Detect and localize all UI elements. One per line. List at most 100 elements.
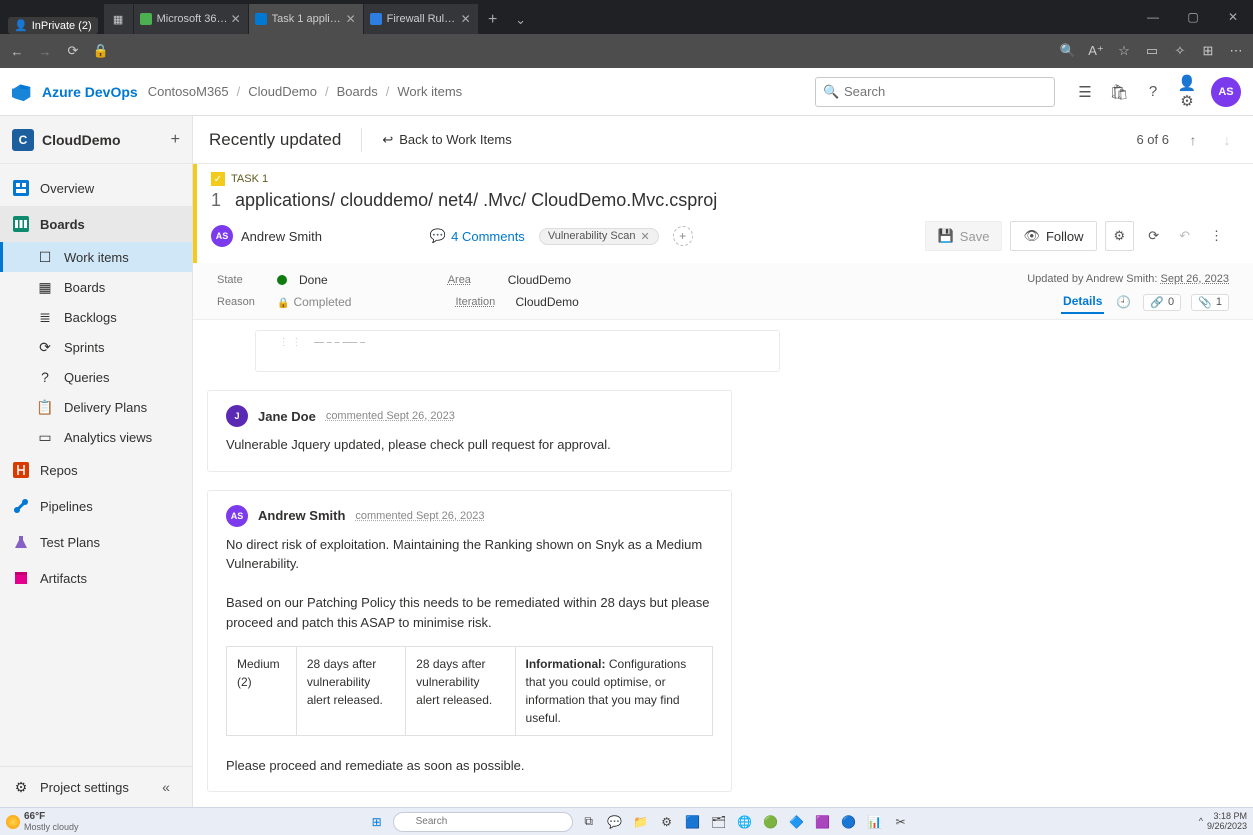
app-icon[interactable]: 🗂 (709, 812, 729, 832)
crumb-org[interactable]: ContosoM365 (148, 84, 229, 99)
add-icon[interactable]: + (171, 131, 180, 149)
maximize-button[interactable]: ▢ (1173, 10, 1213, 24)
close-window-button[interactable]: ✕ (1213, 10, 1253, 24)
app-icon[interactable]: 🟦 (683, 812, 703, 832)
close-tab-icon[interactable]: ✕ (230, 13, 242, 25)
close-tab-icon[interactable]: ✕ (460, 13, 472, 25)
updated-timestamp[interactable]: Sept 26, 2023 (1160, 273, 1229, 285)
sidebar-item-delivery-plans[interactable]: 📋 Delivery Plans (0, 392, 192, 422)
view-title[interactable]: Recently updated (209, 130, 341, 150)
task-view-icon[interactable]: ⧉ (579, 812, 599, 832)
project-selector[interactable]: C CloudDemo + (0, 116, 192, 164)
state-value[interactable]: Done (299, 273, 328, 287)
back-to-work-items[interactable]: ↩ Back to Work Items (382, 132, 511, 148)
app-icon[interactable]: ⚙ (657, 812, 677, 832)
work-item-title[interactable]: applications/ clouddemo/ net4/ .Mvc/ Clo… (235, 190, 717, 211)
browser-tab[interactable]: Firewall Rules Review 26/03/20 ✕ (364, 4, 479, 34)
close-tab-icon[interactable]: ✕ (345, 13, 357, 25)
marketplace-icon[interactable]: 🛍 (1109, 83, 1129, 101)
sidebar-item-boards[interactable]: Boards (0, 206, 192, 242)
discussion-scroll[interactable]: ⋮ ⋮ ⎯⎯ ⎯ ⎯ ⎯⎯⎯ ⎯ J Jane Doe commented Se… (193, 320, 1253, 807)
comment-author[interactable]: Andrew Smith (258, 508, 345, 523)
help-icon[interactable]: ? (1143, 83, 1163, 100)
undo-icon[interactable]: ↶ (1173, 228, 1196, 244)
area-value[interactable]: CloudDemo (508, 273, 571, 287)
crumb-project[interactable]: CloudDemo (248, 84, 317, 99)
sidebar-item-repos[interactable]: Repos (0, 452, 192, 488)
refresh-icon[interactable]: ⟳ (1142, 228, 1165, 244)
app-icon[interactable]: 📁 (631, 812, 651, 832)
iteration-value[interactable]: CloudDemo (515, 295, 578, 309)
sidebar-item-test-plans[interactable]: Test Plans (0, 524, 192, 560)
app-icon[interactable]: 🔵 (839, 812, 859, 832)
sidebar-item-sprints[interactable]: ⟳ Sprints (0, 332, 192, 362)
back-button[interactable]: ← (8, 44, 26, 59)
brand-label[interactable]: Azure DevOps (42, 84, 138, 100)
minimize-button[interactable]: — (1133, 10, 1173, 24)
links-count[interactable]: 🔗0 (1143, 294, 1181, 311)
remove-tag-icon[interactable]: ✕ (640, 230, 649, 243)
sidebar-item-backlogs[interactable]: ≣ Backlogs (0, 302, 192, 332)
sidebar-item-boards-sub[interactable]: ▦ Boards (0, 272, 192, 302)
comments-link[interactable]: 💬 4 Comments (430, 228, 525, 244)
split-screen-icon[interactable]: ▭ (1143, 43, 1161, 59)
tab-history[interactable]: 🕘 (1114, 291, 1133, 313)
comment-timestamp[interactable]: Sept 26, 2023 (386, 410, 455, 422)
tag-pill[interactable]: Vulnerability Scan ✕ (539, 228, 659, 245)
save-button[interactable]: 💾 Save (925, 221, 1003, 251)
app-icon[interactable]: ✂ (891, 812, 911, 832)
forward-button[interactable]: → (36, 44, 54, 59)
tab-overflow-button[interactable]: ⌄ (507, 6, 535, 34)
app-icon[interactable]: 🔷 (787, 812, 807, 832)
start-button[interactable]: ⊞ (367, 812, 387, 832)
reason-value[interactable]: Completed (277, 295, 351, 309)
follow-button[interactable]: 👁 Follow (1010, 221, 1096, 251)
sidebar-item-queries[interactable]: ? Queries (0, 362, 192, 392)
tasks-icon[interactable]: ☰ (1075, 83, 1095, 101)
browser-tab[interactable]: Microsoft 365 Certification - Sec ✕ (134, 4, 249, 34)
sidebar-item-pipelines[interactable]: Pipelines (0, 488, 192, 524)
search-input[interactable] (815, 77, 1055, 107)
taskbar-clock[interactable]: 3:18 PM 9/26/2023 (1207, 812, 1247, 832)
sidebar-item-analytics[interactable]: ▭ Analytics views (0, 422, 192, 452)
read-aloud-icon[interactable]: A⁺ (1087, 43, 1105, 59)
crumb-section[interactable]: Boards (337, 84, 378, 99)
refresh-button[interactable]: ⟳ (64, 43, 82, 59)
sidebar-item-work-items[interactable]: ☐ Work items (0, 242, 192, 272)
app-icon[interactable]: 🟪 (813, 812, 833, 832)
more-icon[interactable]: ⋯ (1227, 43, 1245, 59)
app-icon[interactable]: 📊 (865, 812, 885, 832)
taskbar-search[interactable] (393, 812, 573, 832)
collapse-sidebar-icon[interactable]: « (152, 779, 180, 795)
browser-tab[interactable]: Task 1 applications/ clouddemo ✕ (249, 4, 364, 34)
weather-widget[interactable]: 66°F Mostly cloudy (6, 811, 79, 832)
comment-timestamp[interactable]: Sept 26, 2023 (416, 510, 485, 522)
more-icon[interactable]: ⋮ (1204, 228, 1229, 244)
project-settings-link[interactable]: ⚙ Project settings « (0, 767, 192, 807)
favorite-icon[interactable]: ☆ (1115, 43, 1133, 59)
settings-button[interactable]: ⚙ (1105, 221, 1135, 251)
comment-author[interactable]: Jane Doe (258, 409, 316, 424)
settings-icon[interactable]: 👤⚙ (1177, 74, 1197, 110)
attachments-count[interactable]: 📎1 (1191, 294, 1229, 311)
new-tab-button[interactable]: + (479, 6, 507, 34)
collections-icon[interactable]: ✧ (1171, 43, 1189, 59)
boards-icon (12, 215, 30, 233)
app-icon[interactable]: 💬 (605, 812, 625, 832)
assigned-to[interactable]: AS Andrew Smith (211, 225, 322, 247)
crumb-page[interactable]: Work items (397, 84, 462, 99)
tab-details[interactable]: Details (1061, 290, 1104, 314)
browser-tab[interactable]: ▦ (104, 4, 134, 34)
app-icon[interactable]: 🟢 (761, 812, 781, 832)
site-info-icon[interactable]: 🔒 (92, 43, 110, 59)
next-item-button[interactable]: ↓ (1217, 132, 1237, 148)
tray-chevron-icon[interactable]: ^ (1199, 817, 1203, 827)
sidebar-item-artifacts[interactable]: Artifacts (0, 560, 192, 596)
sidebar-item-overview[interactable]: Overview (0, 170, 192, 206)
app-icon[interactable]: 🌐 (735, 812, 755, 832)
prev-item-button[interactable]: ↑ (1183, 132, 1203, 148)
zoom-icon[interactable]: 🔍 (1059, 43, 1077, 59)
add-tag-button[interactable]: + (673, 226, 693, 246)
user-avatar[interactable]: AS (1211, 77, 1241, 107)
extensions-icon[interactable]: ⊞ (1199, 43, 1217, 59)
